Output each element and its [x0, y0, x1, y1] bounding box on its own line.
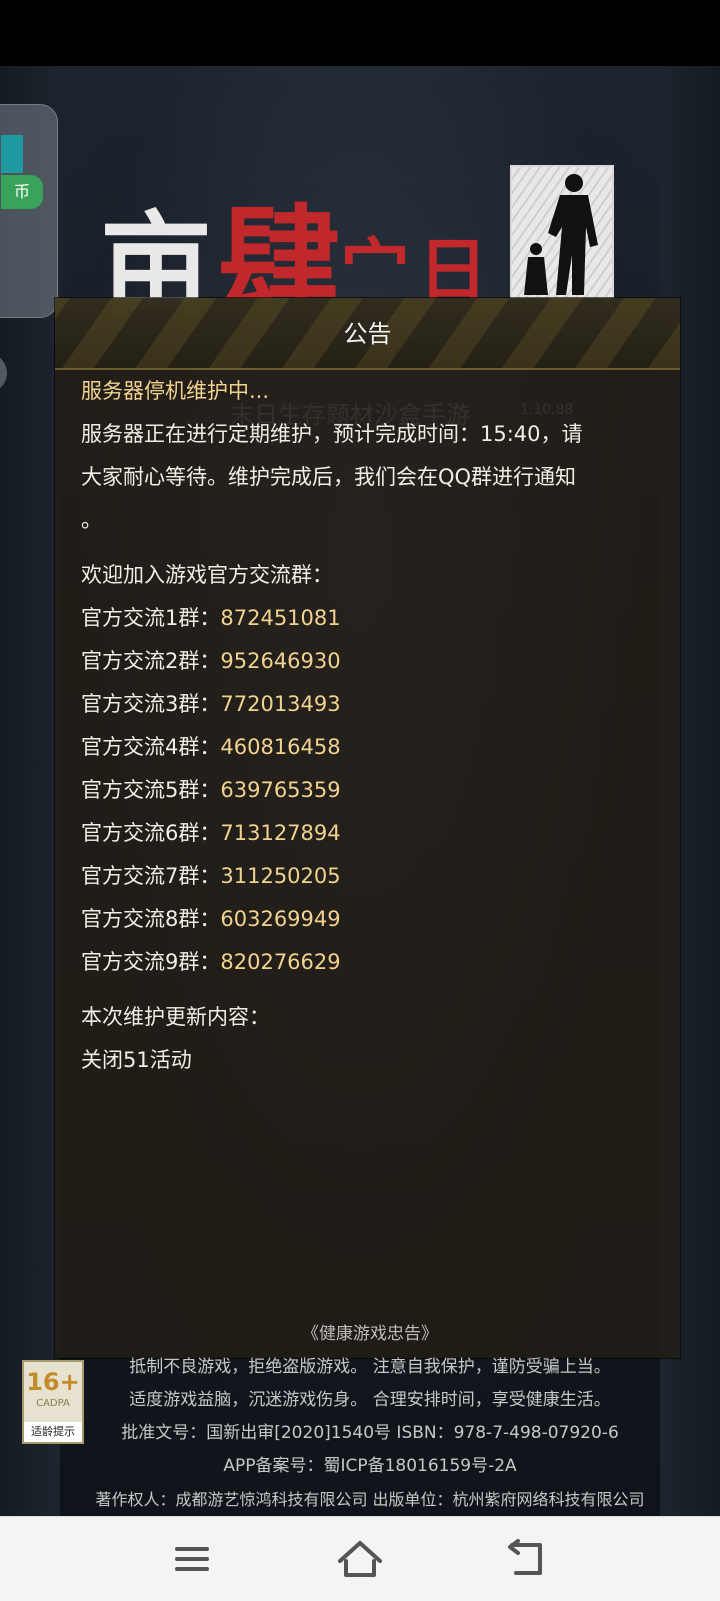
notice-title: 《健康游戏忠告》	[302, 1324, 438, 1344]
home-icon	[338, 1541, 382, 1577]
group-number: 311250205	[220, 864, 341, 888]
widget-tile	[1, 135, 23, 173]
group-number: 639765359	[220, 778, 341, 802]
group-number: 713127894	[220, 821, 341, 845]
group-row: 官方交流6群：713127894	[81, 812, 666, 855]
announcement-heading: 服务器停机维护中...	[81, 379, 270, 403]
logo-silhouette-image	[510, 165, 614, 299]
group-number: 820276629	[220, 950, 341, 974]
notice-line: 抵制不良游戏，拒绝盗版游戏。 注意自我保护，谨防受骗上当。	[129, 1357, 611, 1377]
update-item: 关闭51活动	[81, 1048, 192, 1072]
announcement-body[interactable]: 服务器停机维护中... 服务器正在进行定期维护，预计完成时间：15:40，请 大…	[81, 370, 666, 1082]
game-logo: 亩 肆 宀 日	[100, 165, 620, 335]
group-label: 官方交流3群：	[81, 692, 221, 716]
group-label: 官方交流6群：	[81, 821, 221, 845]
icp-line: APP备案号：蜀ICP备18016159号-2A	[223, 1456, 517, 1476]
group-number: 460816458	[220, 735, 341, 759]
group-number: 952646930	[220, 649, 341, 673]
maintenance-text-line-1: 服务器正在进行定期维护，预计完成时间：15:40，请	[81, 422, 583, 446]
status-bar	[0, 0, 720, 66]
widget-badge[interactable]: 币	[1, 175, 43, 209]
back-button[interactable]	[494, 1533, 558, 1585]
group-row: 官方交流5群：639765359	[81, 769, 666, 812]
group-label: 官方交流7群：	[81, 864, 221, 888]
groups-intro: 欢迎加入游戏官方交流群：	[81, 563, 333, 587]
menu-icon	[175, 1547, 209, 1571]
announcement-panel: 公告 末日生存题材沙盒手游 1.10.88 服务器停机维护中... 服务器正在进…	[55, 298, 680, 1358]
group-row: 官方交流9群：820276629	[81, 941, 666, 984]
system-navigation-bar	[0, 1516, 720, 1601]
maintenance-text-line-2: 大家耐心等待。维护完成后，我们会在QQ群进行通知	[81, 465, 577, 489]
panel-header: 公告	[55, 298, 680, 370]
approval-line: 批准文号：国新出审[2020]1540号 ISBN：978-7-498-0792…	[121, 1423, 619, 1443]
group-label: 官方交流8群：	[81, 907, 221, 931]
group-number: 872451081	[220, 606, 341, 630]
group-label: 官方交流9群：	[81, 950, 221, 974]
update-heading: 本次维护更新内容：	[81, 1005, 270, 1029]
home-button[interactable]	[328, 1533, 392, 1585]
group-label: 官方交流5群：	[81, 778, 221, 802]
panel-title: 公告	[343, 320, 392, 348]
group-label: 官方交流4群：	[81, 735, 221, 759]
group-label: 官方交流2群：	[81, 649, 221, 673]
notice-line: 适度游戏益脑，沉迷游戏伤身。 合理安排时间，享受健康生活。	[129, 1390, 611, 1410]
health-game-notice: 《健康游戏忠告》 抵制不良游戏，拒绝盗版游戏。 注意自我保护，谨防受骗上当。 适…	[40, 1318, 700, 1516]
group-row: 官方交流3群：772013493	[81, 683, 666, 726]
copyright-line: 著作权人：成都游艺惊鸿科技有限公司 出版单位：杭州紫府网络科技有限公司	[95, 1490, 645, 1509]
group-row: 官方交流1群：872451081	[81, 597, 666, 640]
group-number: 603269949	[220, 907, 341, 931]
group-row: 官方交流4群：460816458	[81, 726, 666, 769]
group-label: 官方交流1群：	[81, 606, 221, 630]
group-number: 772013493	[220, 692, 341, 716]
back-icon	[508, 1539, 542, 1575]
maintenance-text-line-3: 。	[81, 508, 102, 532]
group-row: 官方交流2群：952646930	[81, 640, 666, 683]
menu-button[interactable]	[160, 1533, 224, 1585]
group-row: 官方交流7群：311250205	[81, 855, 666, 898]
floating-side-widget[interactable]: 币 ‹	[0, 104, 58, 393]
group-row: 官方交流8群：603269949	[81, 898, 666, 941]
